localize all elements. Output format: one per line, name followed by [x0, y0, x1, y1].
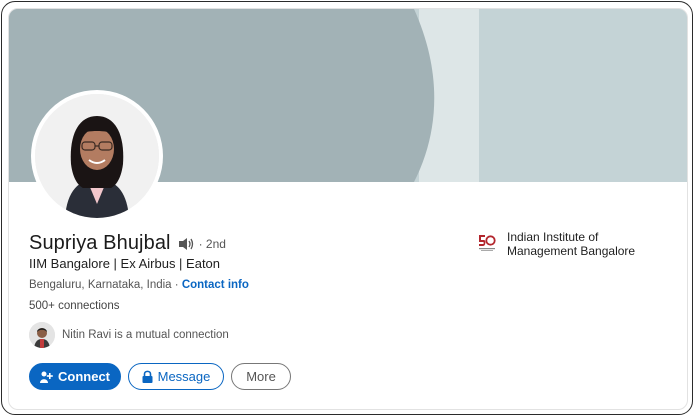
screenshot-frame: Supriya Bhujbal · 2nd IIM Bangalore | Ex… — [1, 1, 693, 415]
name-row: Supriya Bhujbal · 2nd — [29, 232, 226, 255]
connect-button-label: Connect — [58, 369, 110, 384]
profile-photo[interactable] — [31, 90, 163, 222]
profile-actions: Connect Message More — [29, 363, 291, 390]
mutual-avatar — [29, 322, 55, 348]
connect-button[interactable]: Connect — [29, 363, 121, 390]
profile-name: Supriya Bhujbal — [29, 232, 171, 254]
message-button-label: Message — [157, 369, 211, 384]
mutual-connection-text: Nitin Ravi is a mutual connection — [62, 329, 229, 341]
speaker-icon[interactable] — [177, 236, 195, 252]
lock-icon — [142, 370, 153, 383]
location-row: Bengaluru, Karnataka, India · Contact in… — [29, 279, 249, 291]
connection-degree: · 2nd — [198, 236, 226, 251]
add-person-icon — [40, 371, 53, 383]
education-school-name: Indian Institute of Management Bangalore — [507, 230, 636, 258]
more-button[interactable]: More — [231, 363, 291, 390]
contact-info-link[interactable]: Contact info — [182, 279, 249, 291]
connections-count[interactable]: 500+ connections — [29, 300, 119, 312]
profile-card: Supriya Bhujbal · 2nd IIM Bangalore | Ex… — [8, 8, 688, 410]
education-entry[interactable]: Indian Institute of Management Bangalore — [477, 230, 657, 258]
mutual-connection[interactable]: Nitin Ravi is a mutual connection — [29, 322, 229, 348]
profile-location: Bengaluru, Karnataka, India · — [29, 279, 179, 291]
iimb-50-logo-icon — [477, 232, 497, 252]
profile-headline: IIM Bangalore | Ex Airbus | Eaton — [29, 256, 221, 271]
more-button-label: More — [246, 369, 276, 384]
message-button[interactable]: Message — [128, 363, 224, 390]
